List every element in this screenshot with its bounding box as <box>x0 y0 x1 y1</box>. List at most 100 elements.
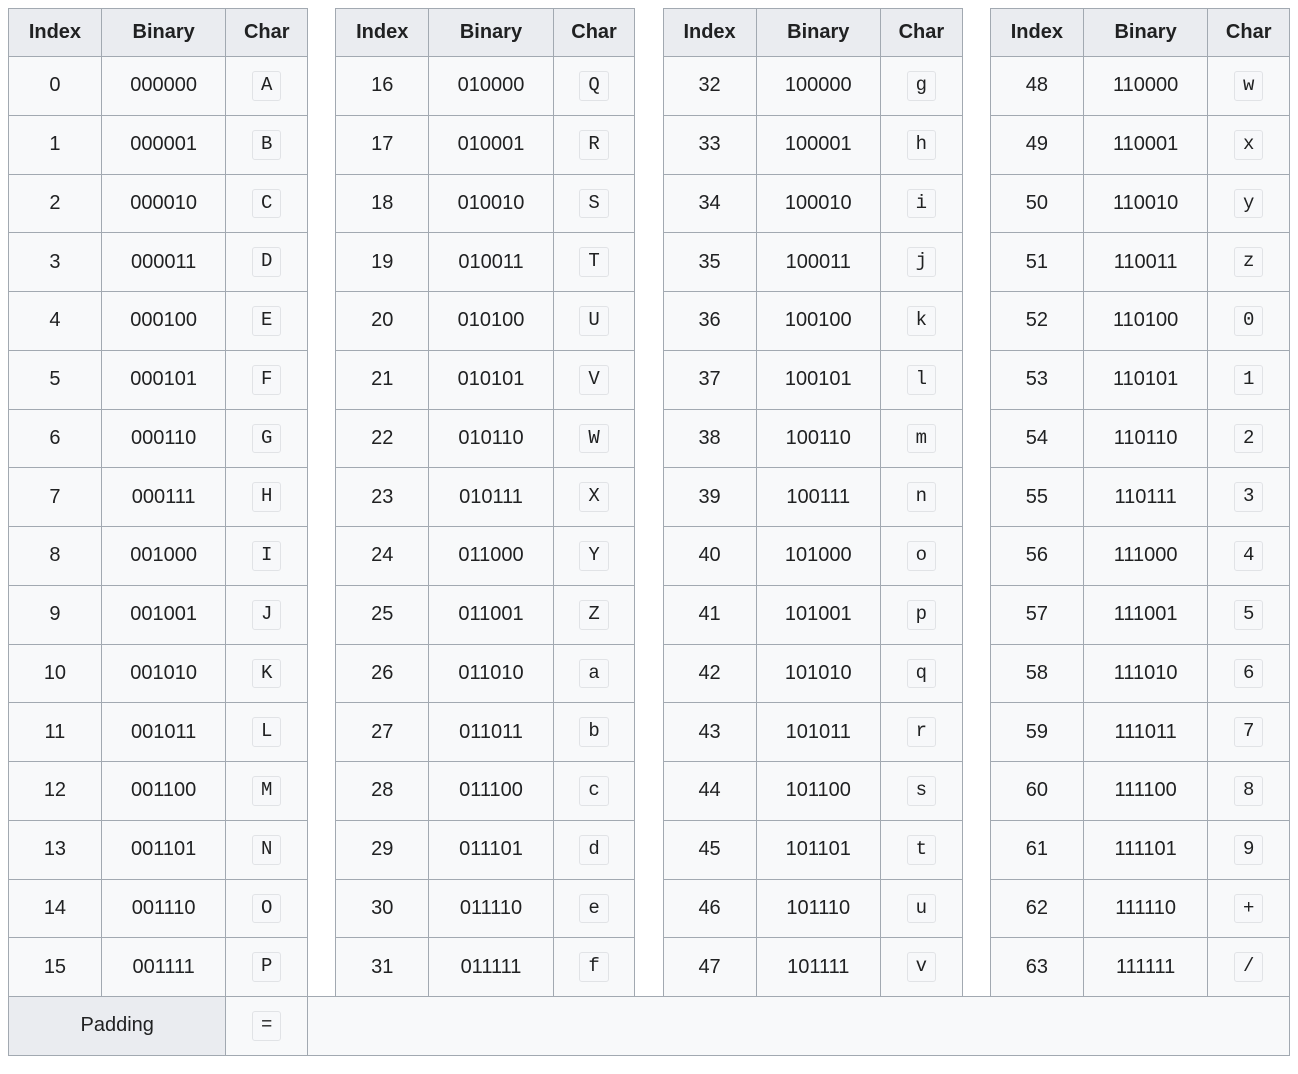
char-code: t <box>907 835 936 865</box>
cell-binary: 000010 <box>101 174 226 233</box>
col-header-char: Char <box>881 9 963 57</box>
char-code: s <box>907 776 936 806</box>
char-code: 6 <box>1234 659 1263 689</box>
cell-index: 46 <box>663 879 756 938</box>
char-code: j <box>907 247 936 277</box>
cell-index: 48 <box>990 57 1083 116</box>
cell-binary: 000110 <box>101 409 226 468</box>
cell-index: 61 <box>990 820 1083 879</box>
cell-binary: 100101 <box>756 350 881 409</box>
cell-index: 10 <box>9 644 102 703</box>
cell-index: 57 <box>990 585 1083 644</box>
col-header-char: Char <box>226 9 308 57</box>
cell-binary: 111100 <box>1083 762 1208 821</box>
char-code: Y <box>579 541 608 571</box>
cell-char: + <box>1208 879 1290 938</box>
cell-char: 5 <box>1208 585 1290 644</box>
cell-char: i <box>881 174 963 233</box>
padding-char: = <box>252 1011 281 1041</box>
char-code: L <box>252 717 281 747</box>
cell-char: k <box>881 292 963 351</box>
cell-binary: 001101 <box>101 820 226 879</box>
cell-index: 20 <box>336 292 429 351</box>
col-header-binary: Binary <box>1083 9 1208 57</box>
cell-index: 2 <box>9 174 102 233</box>
cell-binary: 110011 <box>1083 233 1208 292</box>
cell-binary: 110010 <box>1083 174 1208 233</box>
cell-binary: 101001 <box>756 585 881 644</box>
cell-char: g <box>881 57 963 116</box>
cell-index: 13 <box>9 820 102 879</box>
cell-char: c <box>553 762 635 821</box>
cell-char: 2 <box>1208 409 1290 468</box>
cell-char: C <box>226 174 308 233</box>
cell-char: f <box>553 938 635 997</box>
cell-index: 24 <box>336 527 429 586</box>
char-code: A <box>252 71 281 101</box>
col-header-binary: Binary <box>429 9 554 57</box>
char-code: I <box>252 541 281 571</box>
char-code: q <box>907 659 936 689</box>
cell-binary: 011011 <box>429 703 554 762</box>
cell-binary: 100011 <box>756 233 881 292</box>
char-code: x <box>1234 130 1263 160</box>
cell-char: d <box>553 820 635 879</box>
cell-binary: 111011 <box>1083 703 1208 762</box>
cell-char: Z <box>553 585 635 644</box>
col-header-char: Char <box>1208 9 1290 57</box>
cell-binary: 011010 <box>429 644 554 703</box>
cell-index: 12 <box>9 762 102 821</box>
cell-char: y <box>1208 174 1290 233</box>
cell-char: Q <box>553 57 635 116</box>
cell-binary: 011100 <box>429 762 554 821</box>
cell-index: 27 <box>336 703 429 762</box>
cell-binary: 111110 <box>1083 879 1208 938</box>
cell-index: 25 <box>336 585 429 644</box>
cell-binary: 111111 <box>1083 938 1208 997</box>
cell-binary: 110111 <box>1083 468 1208 527</box>
base64-alphabet-table: IndexBinaryCharIndexBinaryCharIndexBinar… <box>8 8 1290 1056</box>
char-code: 0 <box>1234 306 1263 336</box>
cell-char: 7 <box>1208 703 1290 762</box>
char-code: 3 <box>1234 482 1263 512</box>
char-code: h <box>907 130 936 160</box>
char-code: c <box>579 776 608 806</box>
cell-binary: 001111 <box>101 938 226 997</box>
cell-binary: 111101 <box>1083 820 1208 879</box>
cell-binary: 111001 <box>1083 585 1208 644</box>
cell-index: 4 <box>9 292 102 351</box>
cell-char: 4 <box>1208 527 1290 586</box>
char-code: o <box>907 541 936 571</box>
cell-binary: 000000 <box>101 57 226 116</box>
cell-char: r <box>881 703 963 762</box>
char-code: i <box>907 189 936 219</box>
cell-char: s <box>881 762 963 821</box>
char-code: r <box>907 717 936 747</box>
cell-char: b <box>553 703 635 762</box>
cell-binary: 101101 <box>756 820 881 879</box>
cell-index: 22 <box>336 409 429 468</box>
col-header-index: Index <box>9 9 102 57</box>
cell-binary: 101010 <box>756 644 881 703</box>
cell-binary: 010011 <box>429 233 554 292</box>
cell-index: 16 <box>336 57 429 116</box>
cell-binary: 011110 <box>429 879 554 938</box>
cell-index: 29 <box>336 820 429 879</box>
cell-char: u <box>881 879 963 938</box>
cell-char: L <box>226 703 308 762</box>
cell-binary: 010101 <box>429 350 554 409</box>
char-code: w <box>1234 71 1263 101</box>
cell-binary: 101111 <box>756 938 881 997</box>
cell-char: R <box>553 115 635 174</box>
cell-char: X <box>553 468 635 527</box>
cell-char: l <box>881 350 963 409</box>
char-code: 1 <box>1234 365 1263 395</box>
cell-index: 8 <box>9 527 102 586</box>
cell-char: Y <box>553 527 635 586</box>
char-code: X <box>579 482 608 512</box>
col-header-binary: Binary <box>756 9 881 57</box>
padding-row: Padding= <box>9 997 1290 1056</box>
cell-binary: 111010 <box>1083 644 1208 703</box>
char-code: C <box>252 189 281 219</box>
cell-index: 60 <box>990 762 1083 821</box>
